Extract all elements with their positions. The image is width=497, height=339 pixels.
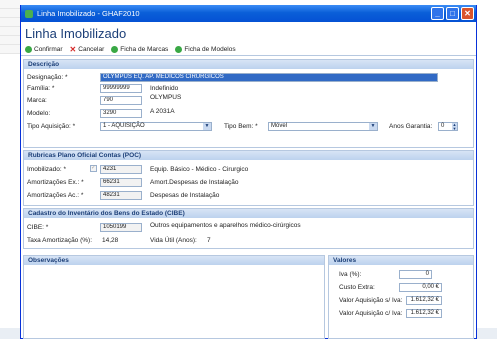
poc-panel: Rubricas Plano Oficial Contas (POC) Imob… bbox=[23, 150, 474, 206]
brand-sheet-label: Ficha de Marcas bbox=[120, 46, 169, 53]
minimize-button[interactable]: _ bbox=[431, 7, 444, 20]
familia-code-input[interactable]: 99999999 bbox=[100, 84, 142, 93]
imobilizado-checkbox[interactable]: ✓ bbox=[90, 165, 97, 172]
amort-ex-label: Amortizações Ex.: * bbox=[27, 179, 84, 186]
amort-ac-label: Amortizações Ac.: * bbox=[27, 192, 84, 199]
descricao-panel: Descrição Designação: * OLYMPUS EQ. AP. … bbox=[23, 59, 474, 148]
cancel-button[interactable]: ✕ Cancelar bbox=[69, 45, 105, 54]
amort-ac-desc: Despesas de Instalação bbox=[150, 192, 220, 199]
window-title: Linha Imobilizado - GHAF2010 bbox=[37, 9, 140, 18]
observacoes-header: Observações bbox=[24, 256, 324, 265]
valores-panel: Valores Iva (%): 0 Custo Extra: 0,00 € V… bbox=[328, 255, 474, 339]
custo-extra-label: Custo Extra: bbox=[339, 284, 375, 291]
familia-desc: Indefinido bbox=[150, 85, 179, 92]
iva-input[interactable]: 0 bbox=[399, 270, 432, 279]
anos-garantia-value: 0 bbox=[441, 123, 445, 129]
valor-c-iva-input[interactable]: 1.612,32 € bbox=[406, 309, 442, 318]
amort-ac-code-input[interactable]: 48231 bbox=[100, 191, 142, 200]
valor-c-iva-label: Valor Aquisição c/ Iva: bbox=[339, 310, 403, 317]
tipo-aquisicao-select[interactable]: 1 - AQUISIÇÃO ▼ bbox=[100, 122, 212, 131]
cibe-label: CIBE: * bbox=[27, 224, 49, 231]
confirm-label: Confirmar bbox=[34, 46, 63, 53]
modelo-desc: A 2031A bbox=[150, 108, 175, 115]
imobilizado-code-input[interactable]: 4231 bbox=[100, 165, 142, 174]
maximize-button[interactable]: □ bbox=[446, 7, 459, 20]
taxa-value: 14,28 bbox=[102, 237, 119, 244]
valor-s-iva-input[interactable]: 1.612,32 € bbox=[406, 296, 442, 305]
background-strip bbox=[0, 0, 20, 339]
chevron-down-icon[interactable]: ▼ bbox=[203, 123, 211, 130]
observacoes-panel: Observações bbox=[23, 255, 325, 339]
tipo-bem-select[interactable]: Móvel ▼ bbox=[268, 122, 378, 131]
observacoes-textarea[interactable] bbox=[26, 267, 322, 336]
confirm-button[interactable]: Confirmar bbox=[25, 46, 63, 53]
iva-label: Iva (%): bbox=[339, 271, 362, 278]
amort-ex-code-input[interactable]: 66231 bbox=[100, 178, 142, 187]
marca-code-input[interactable]: 790 bbox=[100, 96, 142, 105]
dialog-window: Linha Imobilizado - GHAF2010 _ □ ✕ Linha… bbox=[20, 5, 477, 339]
toolbar: Confirmar ✕ Cancelar Ficha de Marcas Fic… bbox=[21, 44, 476, 56]
anos-garantia-label: Anos Garantia: bbox=[389, 123, 433, 130]
imobilizado-label: Imobilizado: * bbox=[27, 166, 67, 173]
modelo-label: Modelo: bbox=[27, 110, 51, 117]
anos-garantia-stepper[interactable]: 0 ▲ ▼ bbox=[438, 122, 458, 131]
title-bar[interactable]: Linha Imobilizado - GHAF2010 _ □ ✕ bbox=[21, 5, 476, 22]
page-title: Linha Imobilizado bbox=[25, 26, 127, 41]
vida-value: 7 bbox=[207, 237, 211, 244]
designacao-input[interactable]: OLYMPUS EQ. AP. MÉDICOS CIRURGICOS bbox=[100, 73, 438, 82]
marca-desc: OLYMPUS bbox=[150, 94, 182, 101]
cancel-label: Cancelar bbox=[78, 46, 105, 53]
x-icon: ✕ bbox=[69, 45, 77, 54]
chevron-down-icon[interactable]: ▼ bbox=[369, 123, 377, 130]
vida-label: Vida Útil (Anos): bbox=[150, 237, 197, 244]
check-icon bbox=[25, 46, 32, 53]
cibe-code-input[interactable]: 1050199 bbox=[100, 223, 142, 232]
app-icon bbox=[25, 9, 33, 18]
sheet-icon bbox=[111, 46, 119, 53]
amort-ex-desc: Amort.Despesas de Instalação bbox=[150, 179, 239, 186]
tipo-bem-label: Tipo Bem: * bbox=[224, 123, 258, 130]
close-button[interactable]: ✕ bbox=[461, 7, 474, 20]
modelo-code-input[interactable]: 3290 bbox=[100, 109, 142, 118]
valor-s-iva-label: Valor Aquisição s/ Iva: bbox=[339, 297, 403, 304]
custo-extra-input[interactable]: 0,00 € bbox=[399, 283, 442, 292]
tipo-aquisicao-value: 1 - AQUISIÇÃO bbox=[103, 123, 145, 129]
marca-label: Marca: bbox=[27, 97, 47, 104]
dialog-body: Linha Imobilizado Confirmar ✕ Cancelar F… bbox=[21, 22, 476, 339]
descricao-header: Descrição bbox=[24, 60, 473, 69]
spin-arrows-icon[interactable]: ▲ ▼ bbox=[452, 123, 457, 130]
cibe-desc: Outros equipamentos e aparelhos médico-c… bbox=[150, 222, 301, 229]
sheet-icon bbox=[175, 46, 183, 53]
tipo-aquisicao-label: Tipo Aquisição: * bbox=[27, 123, 76, 130]
model-sheet-button[interactable]: Ficha de Modelos bbox=[175, 46, 236, 53]
cibe-header: Cadastro do Inventário dos Bens do Estad… bbox=[24, 209, 473, 218]
cibe-panel: Cadastro do Inventário dos Bens do Estad… bbox=[23, 208, 474, 249]
designacao-label: Designação: * bbox=[27, 74, 68, 81]
familia-label: Família: * bbox=[27, 85, 55, 92]
tipo-bem-value: Móvel bbox=[271, 123, 288, 129]
model-sheet-label: Ficha de Modelos bbox=[184, 46, 236, 53]
brand-sheet-button[interactable]: Ficha de Marcas bbox=[111, 46, 168, 53]
taxa-label: Taxa Amortização (%): bbox=[27, 237, 93, 244]
valores-header: Valores bbox=[329, 256, 473, 265]
imobilizado-desc: Equip. Básico - Médico - Cirurgico bbox=[150, 166, 249, 173]
poc-header: Rubricas Plano Oficial Contas (POC) bbox=[24, 151, 473, 160]
